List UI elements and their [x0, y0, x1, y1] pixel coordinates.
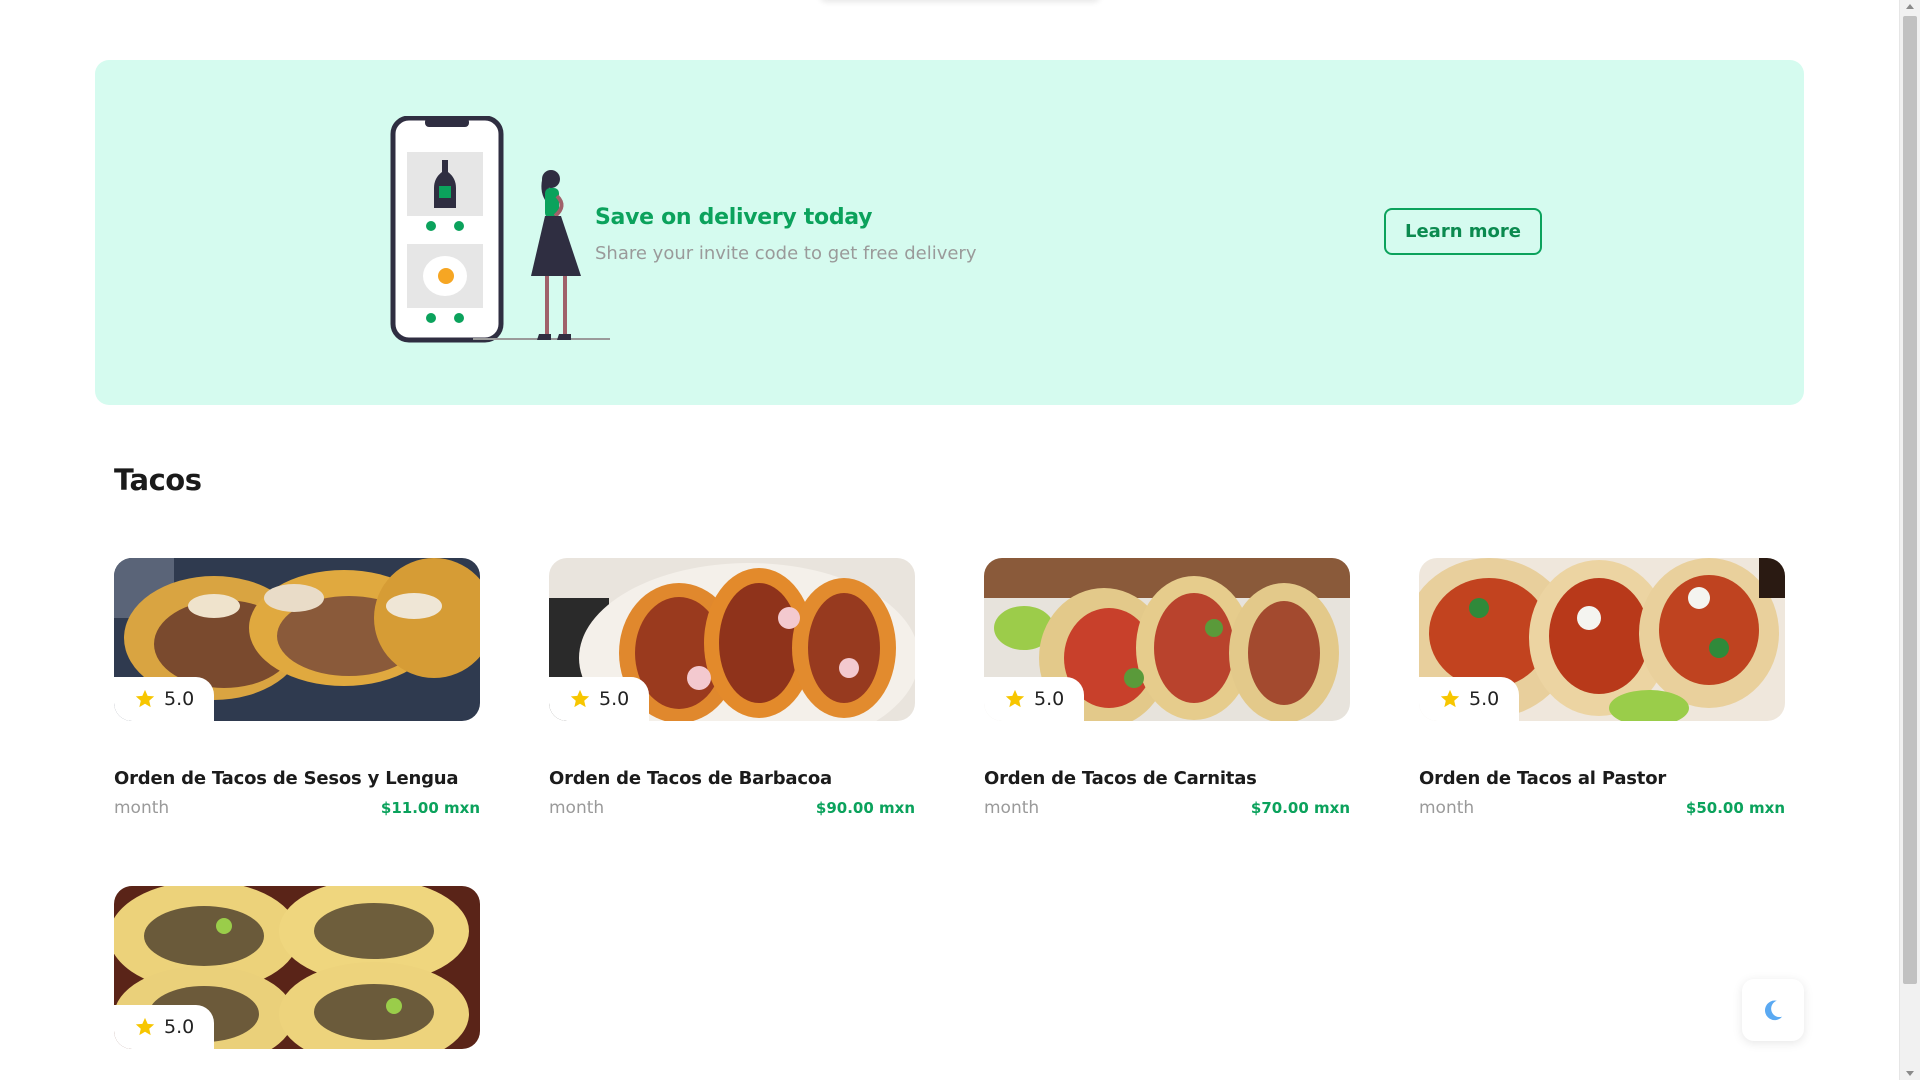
product-name[interactable]: Orden de Tacos al Pastor	[1419, 768, 1666, 789]
product-name[interactable]: Orden de Tacos de Sesos y Lengua	[114, 768, 459, 789]
rating-badge: 5.0	[1419, 677, 1520, 721]
page-scrollbar[interactable]	[1899, 0, 1920, 1080]
rating-badge: 5.0	[114, 1005, 215, 1049]
section-title: Tacos	[114, 463, 202, 497]
product-price: $11.00 mxn	[380, 799, 480, 817]
phone-order-illustration	[390, 116, 610, 343]
product-price: $70.00 mxn	[1250, 799, 1350, 817]
product-name[interactable]: Orden de Tacos de Barbacoa	[549, 768, 832, 789]
rating-value: 5.0	[1469, 688, 1500, 710]
product-image[interactable]: 5.0	[1419, 558, 1785, 721]
product-unit: month	[984, 798, 1040, 818]
product-card[interactable]: 5.0 Orden de Tacos de Sesos y Lengua mon…	[114, 558, 480, 818]
product-card[interactable]: 5.0 Orden de Tacos de Barbacoa month $90…	[549, 558, 915, 818]
rating-badge: 5.0	[114, 677, 215, 721]
product-image[interactable]: 5.0	[984, 558, 1350, 721]
star-icon	[1440, 689, 1460, 708]
theme-toggle-button[interactable]	[1742, 979, 1804, 1041]
scrollbar-thumb[interactable]	[1903, 16, 1917, 984]
product-image[interactable]: 5.0	[114, 886, 480, 1049]
product-unit: month	[549, 798, 605, 818]
rating-badge: 5.0	[549, 677, 650, 721]
scroll-down-icon[interactable]	[1906, 1071, 1914, 1076]
star-icon	[135, 1017, 155, 1036]
rating-value: 5.0	[164, 688, 195, 710]
product-unit: month	[1419, 798, 1475, 818]
product-card[interactable]: 5.0 Orden de Tacos al Pastor month $50.0…	[1419, 558, 1785, 818]
star-icon	[570, 689, 590, 708]
rating-value: 5.0	[164, 1016, 195, 1038]
rating-badge: 5.0	[984, 677, 1085, 721]
product-name[interactable]: Orden de Tacos de Carnitas	[984, 768, 1257, 789]
product-price: $90.00 mxn	[815, 799, 915, 817]
product-card[interactable]: 5.0 Orden de Tacos de Carnitas month $70…	[984, 558, 1350, 818]
learn-more-button[interactable]: Learn more	[1384, 208, 1542, 255]
scroll-up-icon[interactable]	[1906, 4, 1914, 9]
rating-value: 5.0	[599, 688, 630, 710]
star-icon	[1005, 689, 1025, 708]
product-price: $50.00 mxn	[1685, 799, 1785, 817]
promo-title: Save on delivery today	[595, 205, 873, 230]
promo-subtitle: Share your invite code to get free deliv…	[595, 243, 977, 264]
promo-banner: Save on delivery today Share your invite…	[95, 60, 1804, 405]
product-card[interactable]: 5.0	[114, 886, 480, 1049]
product-image[interactable]: 5.0	[549, 558, 915, 721]
product-image[interactable]: 5.0	[114, 558, 480, 721]
product-unit: month	[114, 798, 170, 818]
star-icon	[135, 689, 155, 708]
moon-icon	[1765, 1000, 1783, 1021]
rating-value: 5.0	[1034, 688, 1065, 710]
